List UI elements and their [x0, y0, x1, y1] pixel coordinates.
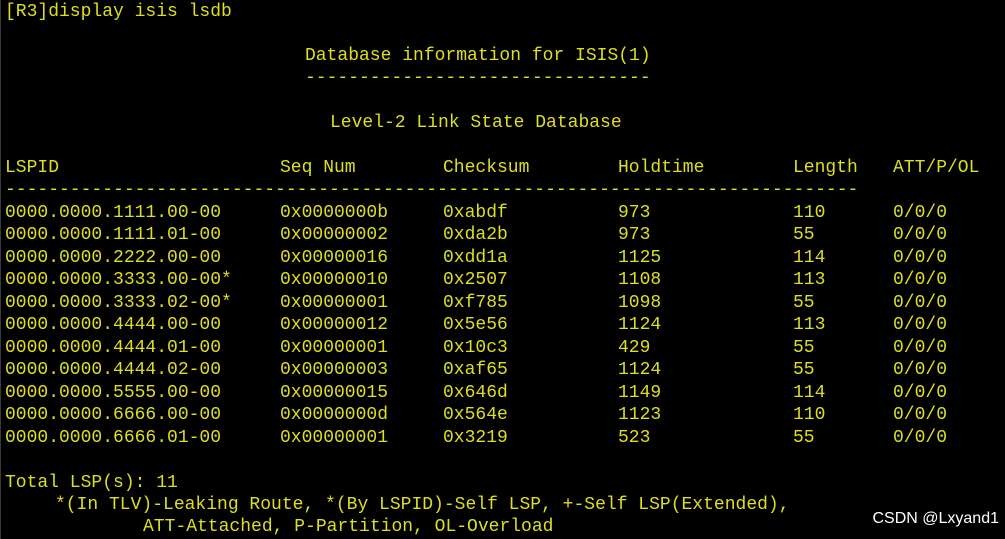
table-row: 0000.0000.3333.00-00* 0x00000010 0x2507 110…	[0, 269, 1000, 291]
cell-seq-num: 0x0000000b	[280, 203, 389, 223]
cell-checksum: 0x646d	[443, 382, 508, 403]
cell-seq-num: 0x00000003	[280, 360, 389, 381]
cell-length: 114	[793, 382, 826, 403]
cell-holdtime: 973	[618, 203, 651, 223]
database-title: Database information for ISIS(1)	[305, 46, 651, 66]
cell-att-p-ol: 0/0/0	[893, 382, 948, 403]
cell-seq-num: 0x00000001	[280, 337, 389, 358]
cell-att-p-ol: 0/0/0	[893, 427, 948, 448]
cell-checksum: 0xdd1a	[443, 247, 508, 268]
cell-checksum: 0x10c3	[443, 337, 508, 358]
cell-length: 110	[793, 405, 826, 426]
cell-seq-num: 0x0000000d	[280, 405, 389, 426]
cell-seq-num: 0x00000010	[280, 270, 389, 291]
cell-seq-num: 0x00000001	[280, 292, 389, 313]
cell-length: 113	[793, 270, 826, 291]
cell-lspid: 0000.0000.4444.00-00	[5, 315, 222, 336]
cell-checksum: 0xabdf	[443, 203, 508, 223]
cell-lspid: 0000.0000.6666.00-00	[5, 405, 222, 426]
cell-length: 55	[793, 427, 815, 448]
cell-checksum: 0x3219	[443, 427, 508, 448]
cell-seq-num: 0x00000012	[280, 315, 389, 336]
cell-lspid: 0000.0000.3333.00-00*	[5, 270, 232, 291]
header-lspid: LSPID	[5, 158, 60, 178]
cell-holdtime: 1098	[618, 292, 662, 313]
table-row: 0000.0000.6666.00-00 0x0000000d 0x564e 1123…	[0, 404, 1000, 426]
cell-seq-num: 0x00000002	[280, 225, 389, 246]
cell-holdtime: 1124	[618, 315, 662, 336]
cell-checksum: 0x2507	[443, 270, 508, 291]
header-holdtime: Holdtime	[618, 158, 705, 178]
cell-holdtime: 1124	[618, 360, 662, 381]
cell-lspid: 0000.0000.6666.01-00	[5, 427, 222, 448]
cell-att-p-ol: 0/0/0	[893, 203, 948, 223]
table-row: 0000.0000.2222.00-00 0x00000016 0xdd1a 1125…	[0, 247, 1000, 269]
cell-checksum: 0x5e56	[443, 315, 508, 336]
table-row: 0000.0000.4444.02-00 0x00000003 0xaf65 1124…	[0, 359, 1000, 381]
header-checksum: Checksum	[443, 158, 530, 178]
database-title-underline: --------------------------------	[305, 68, 651, 88]
table-row: 0000.0000.3333.02-00* 0x00000001 0xf785 109…	[0, 292, 1000, 314]
table-row: 0000.0000.4444.00-00 0x00000012 0x5e56 1124…	[0, 314, 1000, 336]
cell-att-p-ol: 0/0/0	[893, 360, 948, 381]
cell-checksum: 0x564e	[443, 405, 508, 426]
total-lsp: Total LSP(s): 11	[5, 473, 178, 493]
cell-lspid: 0000.0000.1111.00-00	[5, 203, 222, 223]
cell-length: 55	[793, 292, 815, 313]
level-title: Level-2 Link State Database	[330, 113, 622, 133]
table-row: 0000.0000.5555.00-00 0x00000015 0x646d 1149…	[0, 382, 1000, 404]
header-length: Length	[793, 158, 858, 178]
cell-checksum: 0xf785	[443, 292, 508, 313]
cell-att-p-ol: 0/0/0	[893, 247, 948, 268]
cell-checksum: 0xda2b	[443, 225, 508, 246]
cell-att-p-ol: 0/0/0	[893, 292, 948, 313]
watermark: CSDN @Lxyand1	[872, 510, 999, 527]
table-row: 0000.0000.4444.01-00 0x00000001 0x10c3 429 5…	[0, 337, 1000, 359]
legend-line-1: *(In TLV)-Leaking Route, *(By LSPID)-Sel…	[55, 495, 790, 515]
cell-seq-num: 0x00000015	[280, 382, 389, 403]
cell-att-p-ol: 0/0/0	[893, 337, 948, 358]
cell-lspid: 0000.0000.2222.00-00	[5, 247, 222, 268]
cell-holdtime: 1125	[618, 247, 662, 268]
cell-length: 55	[793, 225, 815, 246]
header-seq-num: Seq Num	[280, 158, 356, 178]
header-separator: ----------------------------------------…	[5, 180, 859, 200]
cell-lspid: 0000.0000.4444.02-00	[5, 360, 222, 381]
cell-holdtime: 1123	[618, 405, 662, 426]
header-att-p-ol: ATT/P/OL	[893, 158, 980, 178]
cell-att-p-ol: 0/0/0	[893, 315, 948, 336]
cell-length: 55	[793, 337, 815, 358]
cell-att-p-ol: 0/0/0	[893, 225, 948, 246]
cell-holdtime: 1108	[618, 270, 662, 291]
cell-seq-num: 0x00000016	[280, 247, 389, 268]
cell-length: 110	[793, 203, 826, 223]
cell-seq-num: 0x00000001	[280, 427, 389, 448]
table-row: 0000.0000.6666.01-00 0x00000001 0x3219 523 5…	[0, 427, 1000, 449]
cell-holdtime: 429	[618, 337, 651, 358]
table-header: LSPID Seq Num Checksum Holdtime Length A…	[0, 157, 1000, 179]
cell-lspid: 0000.0000.3333.02-00*	[5, 292, 232, 313]
table-row: 0000.0000.1111.00-00 0x0000000b 0xabdf 973 1…	[0, 202, 1000, 224]
cell-holdtime: 973	[618, 225, 651, 246]
cell-att-p-ol: 0/0/0	[893, 270, 948, 291]
cell-holdtime: 1149	[618, 382, 662, 403]
cell-holdtime: 523	[618, 427, 651, 448]
cell-checksum: 0xaf65	[443, 360, 508, 381]
cell-length: 113	[793, 315, 826, 336]
cell-lspid: 0000.0000.4444.01-00	[5, 337, 222, 358]
table-row: 0000.0000.1111.01-00 0x00000002 0xda2b 973 5…	[0, 224, 1000, 246]
cell-length: 114	[793, 247, 826, 268]
cell-length: 55	[793, 360, 815, 381]
cell-att-p-ol: 0/0/0	[893, 405, 948, 426]
legend-line-2: ATT-Attached, P-Partition, OL-Overload	[143, 517, 554, 537]
cell-lspid: 0000.0000.5555.00-00	[5, 382, 222, 403]
cell-lspid: 0000.0000.1111.01-00	[5, 225, 222, 246]
command-line: [R3]display isis lsdb	[5, 2, 232, 22]
